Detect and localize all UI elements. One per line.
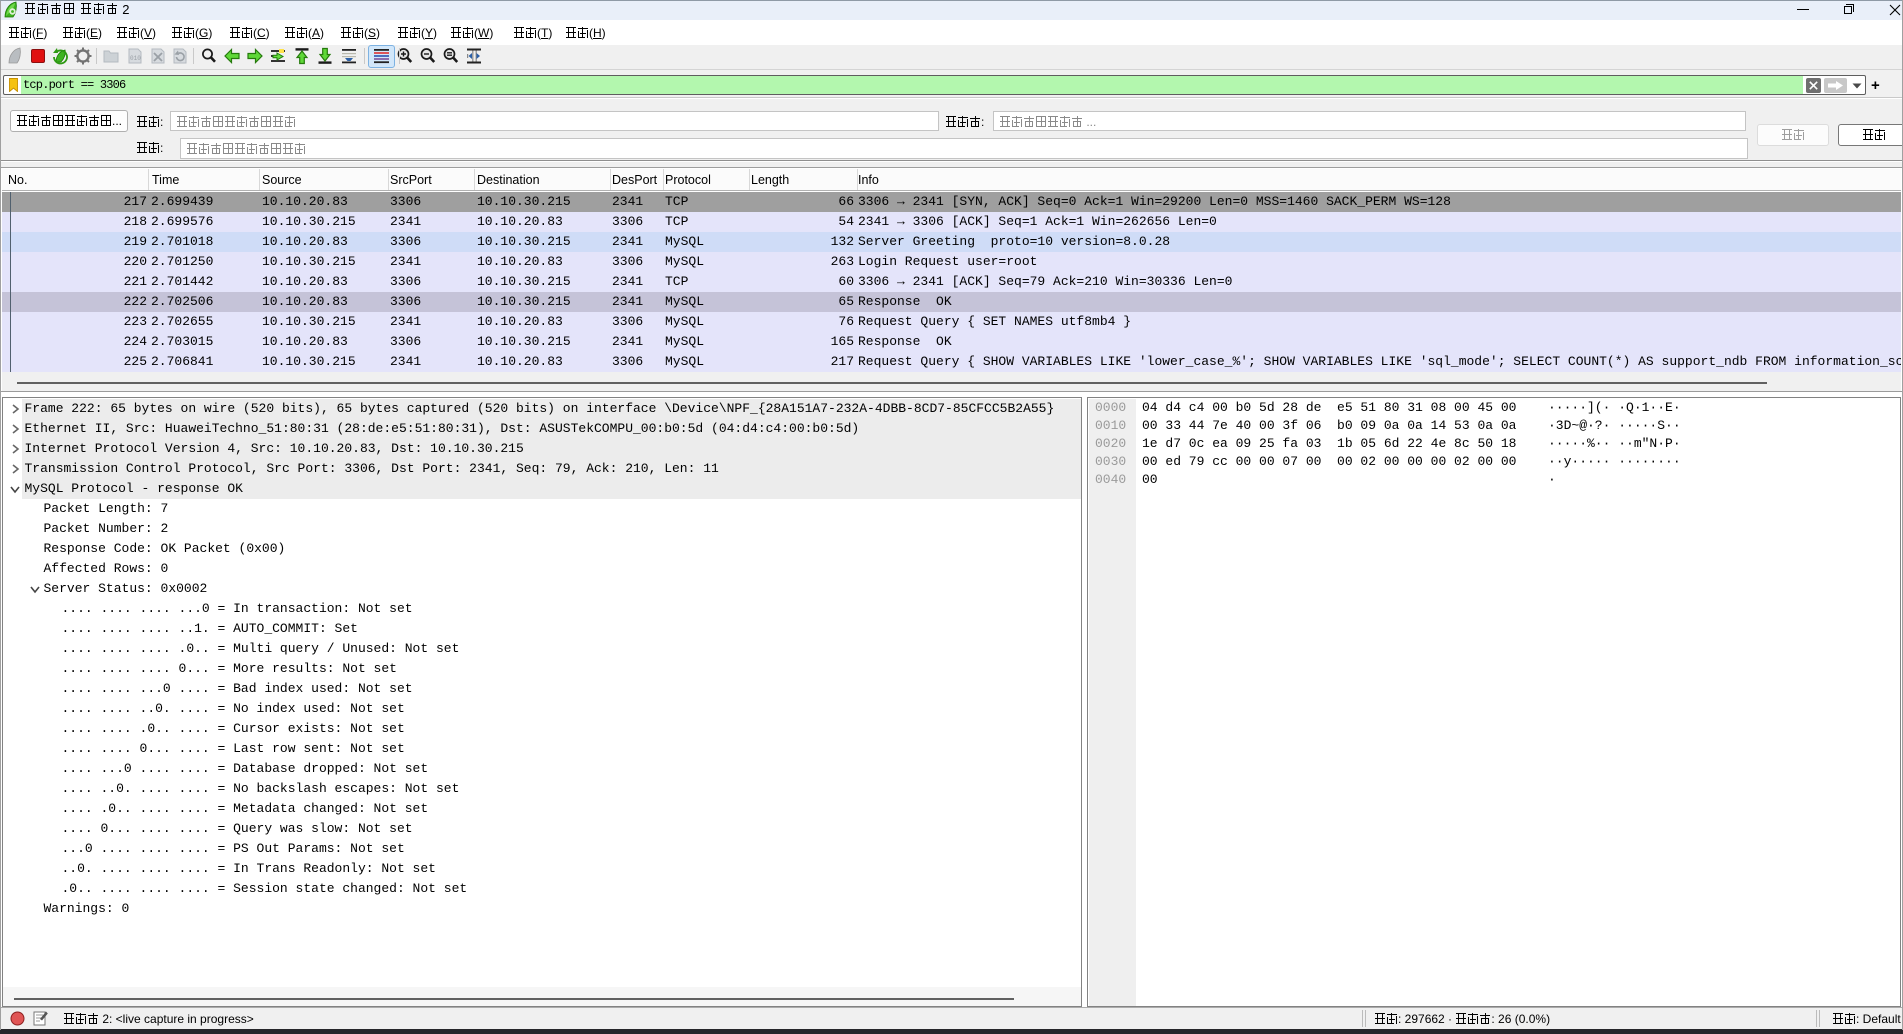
- svg-text:010: 010: [130, 55, 141, 62]
